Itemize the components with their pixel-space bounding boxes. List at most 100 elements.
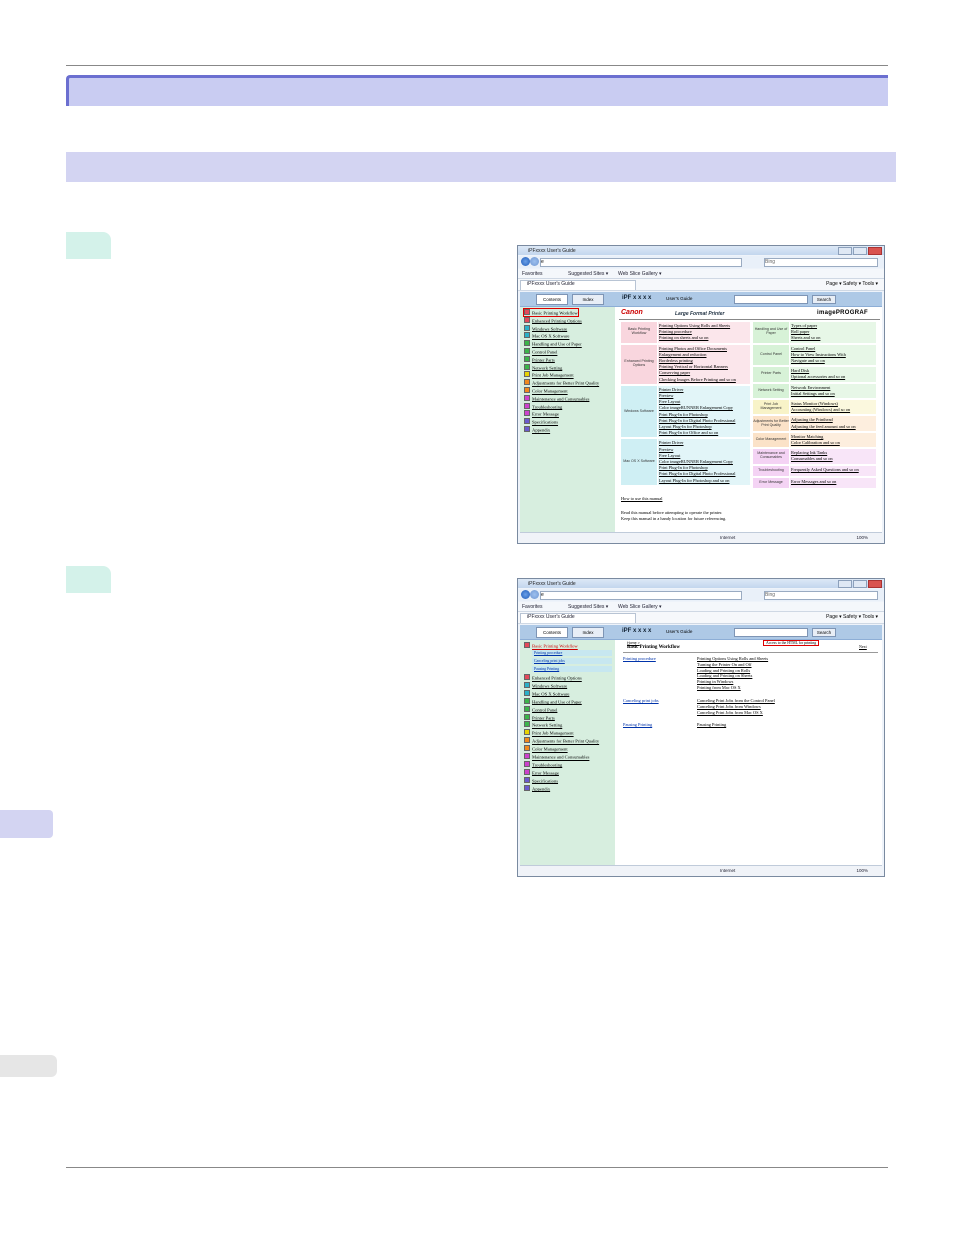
sidebar-item[interactable]: Specifications	[524, 777, 558, 783]
category-link[interactable]: Color Calibration and so on	[791, 440, 840, 445]
sidebar-item[interactable]: Error Message	[524, 769, 559, 775]
command-bar[interactable]: Page ▾ Safety ▾ Tools ▾	[826, 614, 878, 620]
category-link[interactable]: How to View Instructions With	[791, 352, 846, 357]
sidebar-item[interactable]: Network Setting	[524, 364, 562, 370]
address-input[interactable]: e	[540, 258, 742, 267]
category-link[interactable]: Adjusting the Printhead	[791, 417, 833, 422]
search-input[interactable]: Bing	[764, 591, 878, 600]
suggested-sites[interactable]: Suggested Sites ▾	[568, 271, 608, 277]
browser-tab[interactable]: iPFxxxx User's Guide	[520, 613, 636, 623]
maximize-icon[interactable]	[853, 580, 867, 588]
guide-search-input[interactable]	[734, 295, 808, 304]
topic-link[interactable]: Loading and Printing on Sheets	[697, 673, 752, 678]
section-link[interactable]: Canceling print jobs	[623, 698, 659, 703]
sidebar-item[interactable]: Print Job Management	[524, 371, 574, 378]
category-link[interactable]: Printing Options Using Rolls and Sheets	[659, 323, 730, 328]
guide-search-button[interactable]: Search	[812, 295, 836, 304]
category-link[interactable]: Frequently Asked Questions and so on	[791, 467, 859, 472]
sidebar-item[interactable]: Printer Parts	[524, 356, 555, 362]
category-link[interactable]: Accounting (Windows) and so on	[791, 407, 850, 412]
sidebar-item[interactable]: Adjustments for Better Print Quality	[524, 379, 599, 386]
category-link[interactable]: Status Monitor (Windows)	[791, 401, 838, 406]
category-link[interactable]: Control Panel	[791, 346, 815, 351]
category-link[interactable]: Roll paper	[791, 329, 809, 334]
sidebar-item[interactable]: Appendix	[524, 426, 550, 433]
browser-tab[interactable]: iPFxxxx User's Guide	[520, 280, 636, 290]
category-link[interactable]: Monitor Matching	[791, 434, 823, 439]
category-link[interactable]: Preview	[659, 447, 673, 452]
sidebar-item[interactable]: Maintenance and Consumables	[524, 395, 589, 401]
category-link[interactable]: Optional accessories and so on	[791, 374, 845, 379]
category-link[interactable]: Adjusting the feed amount and so on	[791, 424, 856, 429]
forward-icon[interactable]	[530, 257, 539, 266]
category-link[interactable]: Initial Settings and so on	[791, 391, 835, 396]
section-link[interactable]: Pausing Printing	[623, 722, 652, 727]
suggested-sites[interactable]: Suggested Sites ▾	[568, 604, 608, 610]
tab-index[interactable]: Index	[572, 294, 604, 305]
category-link[interactable]: Printer Driver	[659, 440, 684, 445]
forward-icon[interactable]	[530, 590, 539, 599]
how-to-use-link[interactable]: How to use this manual	[621, 496, 662, 501]
topic-link[interactable]: Printing Options Using Rolls and Sheets	[697, 656, 768, 661]
category-link[interactable]: Print Plug-In for Digital Photo Professi…	[659, 418, 735, 423]
sidebar-item[interactable]: Error Message	[524, 410, 559, 417]
sidebar-item[interactable]: Handling and Use of Paper	[524, 340, 582, 347]
sidebar-item[interactable]: Adjustments for Better Print Quality	[524, 737, 599, 744]
topic-link[interactable]: Canceling Print Jobs from the Control Pa…	[697, 698, 775, 703]
web-slice-gallery[interactable]: Web Slice Gallery ▾	[618, 271, 662, 277]
category-link[interactable]: Enlargement and reduction	[659, 352, 706, 357]
sidebar-item[interactable]: Enhanced Printing Options	[524, 674, 582, 681]
category-link[interactable]: Color imageRUNNER Enlargement Copy	[659, 459, 733, 464]
guide-search-input[interactable]	[734, 628, 808, 637]
zoom-level[interactable]: 100%	[856, 868, 868, 873]
tab-index[interactable]: Index	[572, 627, 604, 638]
category-link[interactable]: Error Messages and so on	[791, 479, 836, 484]
sidebar-item[interactable]: Maintenance and Consumables	[524, 753, 589, 760]
category-link[interactable]: Print Plug-In for Digital Photo Professi…	[659, 471, 735, 476]
sidebar-item[interactable]: Control Panel	[524, 706, 557, 712]
category-link[interactable]: Consumables and so on	[791, 456, 833, 461]
web-slice-gallery[interactable]: Web Slice Gallery ▾	[618, 604, 662, 610]
category-link[interactable]: Conserving paper	[659, 370, 690, 375]
sidebar-item[interactable]: Mac OS X Software	[524, 332, 569, 339]
category-link[interactable]: Printing on sheets and so on	[659, 335, 708, 340]
category-link[interactable]: Color imageRUNNER Enlargement Copy	[659, 405, 733, 410]
sidebar-item[interactable]: Control Panel	[524, 348, 557, 355]
sidebar-item[interactable]: Color Management	[524, 745, 568, 752]
category-link[interactable]: Print Plug-In for Office and so on	[659, 430, 718, 435]
category-link[interactable]: Free Layout	[659, 399, 680, 404]
category-link[interactable]: Sheets and so on	[791, 335, 820, 340]
topic-link[interactable]: Printing from Mac OS X	[697, 685, 741, 690]
topic-link[interactable]: Canceling Print Jobs from Windows	[697, 704, 761, 709]
close-icon[interactable]	[868, 580, 882, 588]
category-link[interactable]: Preview	[659, 393, 673, 398]
address-input[interactable]: e	[540, 591, 742, 600]
category-link[interactable]: Print Plug-In for Photoshop	[659, 465, 708, 470]
topic-link[interactable]: Turning the Printer On and Off	[697, 662, 752, 667]
minimize-icon[interactable]	[838, 247, 852, 255]
section-link[interactable]: Printing procedure	[623, 656, 656, 661]
sidebar-item[interactable]: Network Setting	[524, 721, 562, 728]
category-link[interactable]: Hard Disk	[791, 368, 809, 373]
sidebar-item[interactable]: Troubleshooting	[524, 403, 562, 409]
command-bar[interactable]: Page ▾ Safety ▾ Tools ▾	[826, 281, 878, 287]
category-link[interactable]: Printing Vertical or Horizontal Banners	[659, 364, 728, 369]
category-link[interactable]: Layout Plug-In for Photoshop and so on	[659, 478, 730, 483]
sidebar-item-active[interactable]: Basic Printing Workflow	[524, 642, 578, 649]
sidebar-item[interactable]: Troubleshooting	[524, 761, 562, 767]
zoom-level[interactable]: 100%	[856, 535, 868, 540]
guide-search-button[interactable]: Search	[812, 628, 836, 637]
sidebar-item[interactable]: Color Management	[524, 387, 568, 394]
html-for-printing-link[interactable]: Access to the HTML for printing	[762, 640, 820, 646]
favorites-button[interactable]: Favorites	[522, 271, 543, 277]
tab-contents[interactable]: Contents	[536, 627, 568, 638]
category-link[interactable]: Checking Images Before Printing and so o…	[659, 377, 736, 382]
category-link[interactable]: Printing procedure	[659, 329, 692, 334]
sidebar-subitem[interactable]: Canceling print jobs	[532, 658, 612, 664]
sidebar-item[interactable]: Mac OS X Software	[524, 690, 569, 696]
category-link[interactable]: Network Environment	[791, 385, 830, 390]
sidebar-item[interactable]: Specifications	[524, 418, 558, 425]
category-link[interactable]: Navigate and so on	[791, 358, 825, 363]
back-icon[interactable]	[521, 590, 530, 599]
category-link[interactable]: Types of paper	[791, 323, 817, 328]
